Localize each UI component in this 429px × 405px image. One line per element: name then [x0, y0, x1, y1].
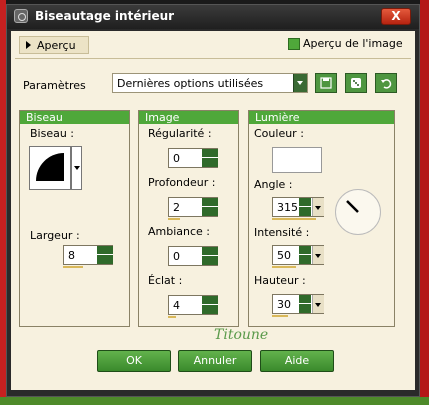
depth-value: 2: [173, 201, 180, 214]
angle-needle-icon: [346, 200, 359, 213]
dialog-window: Biseautage intérieur X Aperçu Aperçu de …: [6, 4, 420, 397]
height-label: Hauteur :: [254, 274, 306, 287]
image-preview-label: Aperçu de l'image: [303, 37, 403, 50]
height-value: 30: [277, 298, 291, 311]
floppy-icon: [320, 77, 332, 89]
divider: [15, 58, 411, 59]
watermark-signature: Titoune: [214, 327, 269, 343]
shine-value: 4: [173, 299, 180, 312]
color-label: Couleur :: [254, 127, 304, 140]
undo-icon: [381, 79, 392, 89]
bevel-shape-icon: [36, 153, 64, 181]
chevron-down-icon[interactable]: [312, 246, 324, 264]
light-group-title: Lumière: [249, 111, 394, 124]
bevel-shape-dropdown[interactable]: [71, 146, 82, 190]
angle-value: 315: [277, 201, 298, 214]
angle-slider[interactable]: [272, 218, 316, 220]
depth-spinner[interactable]: 2: [168, 197, 218, 217]
depth-label: Profondeur :: [148, 176, 216, 189]
width-slider[interactable]: [63, 266, 83, 268]
spin-arrows-icon[interactable]: [202, 149, 218, 167]
height-slider[interactable]: [272, 315, 288, 317]
spin-arrows-icon[interactable]: [299, 295, 315, 313]
cancel-button[interactable]: Annuler: [178, 350, 252, 372]
angle-dial[interactable]: [335, 189, 381, 235]
bevel-label: Biseau :: [30, 127, 75, 140]
intensity-value: 50: [277, 249, 291, 262]
bevel-group-title: Biseau: [20, 111, 129, 124]
shine-slider[interactable]: [168, 316, 176, 318]
depth-slider[interactable]: [168, 218, 180, 220]
angle-spinner[interactable]: 315: [272, 197, 324, 217]
spin-arrows-icon[interactable]: [299, 246, 315, 264]
intensity-label: Intensité :: [254, 226, 310, 239]
spin-arrows-icon[interactable]: [97, 246, 113, 264]
chevron-down-icon[interactable]: [312, 295, 324, 313]
chevron-down-icon[interactable]: [312, 198, 324, 216]
intensity-spinner[interactable]: 50: [272, 245, 324, 265]
spin-arrows-icon[interactable]: [202, 198, 218, 216]
chevron-down-icon[interactable]: [293, 74, 307, 92]
triangle-right-icon: [26, 41, 31, 49]
reset-button[interactable]: [375, 73, 397, 93]
dice-icon: [351, 78, 361, 88]
angle-label: Angle :: [254, 178, 293, 191]
regularity-value: 0: [173, 152, 180, 165]
image-preview-checkbox[interactable]: [288, 38, 300, 50]
preview-toggle-button[interactable]: Aperçu: [19, 36, 89, 54]
ok-button[interactable]: OK: [97, 350, 171, 372]
preset-select[interactable]: Dernières options utilisées: [112, 73, 308, 93]
ambiance-label: Ambiance :: [148, 225, 211, 238]
bevel-group: Biseau: [19, 110, 130, 327]
light-color-swatch[interactable]: [272, 147, 322, 173]
width-value: 8: [68, 249, 75, 262]
ambiance-spinner[interactable]: 0: [168, 246, 218, 266]
randomize-button[interactable]: [345, 73, 367, 93]
background-bottom-green: [0, 397, 429, 405]
close-button[interactable]: X: [381, 8, 411, 25]
shine-label: Éclat :: [148, 274, 183, 287]
save-preset-button[interactable]: [315, 73, 337, 93]
help-button[interactable]: Aide: [260, 350, 334, 372]
app-icon: [14, 9, 28, 23]
bevel-shape-preview[interactable]: [29, 146, 71, 190]
preview-toggle-label: Aperçu: [37, 39, 76, 52]
title-bar[interactable]: Biseautage intérieur X: [7, 5, 419, 29]
preset-value: Dernières options utilisées: [117, 77, 264, 90]
ambiance-value: 0: [173, 250, 180, 263]
regularity-spinner[interactable]: 0: [168, 148, 218, 168]
spin-arrows-icon[interactable]: [202, 247, 218, 265]
height-spinner[interactable]: 30: [272, 294, 324, 314]
width-label: Largeur :: [30, 229, 80, 242]
window-title: Biseautage intérieur: [35, 9, 175, 23]
spin-arrows-icon[interactable]: [299, 198, 315, 216]
background-right-red: [420, 0, 429, 405]
dialog-body: Aperçu Aperçu de l'image Paramètres Dern…: [11, 31, 415, 390]
width-spinner[interactable]: 8: [63, 245, 113, 265]
intensity-slider[interactable]: [272, 266, 296, 268]
spin-arrows-icon[interactable]: [202, 296, 218, 314]
shine-spinner[interactable]: 4: [168, 295, 218, 315]
parameters-label: Paramètres: [23, 79, 86, 92]
regularity-label: Régularité :: [148, 127, 212, 140]
image-group-title: Image: [139, 111, 238, 124]
